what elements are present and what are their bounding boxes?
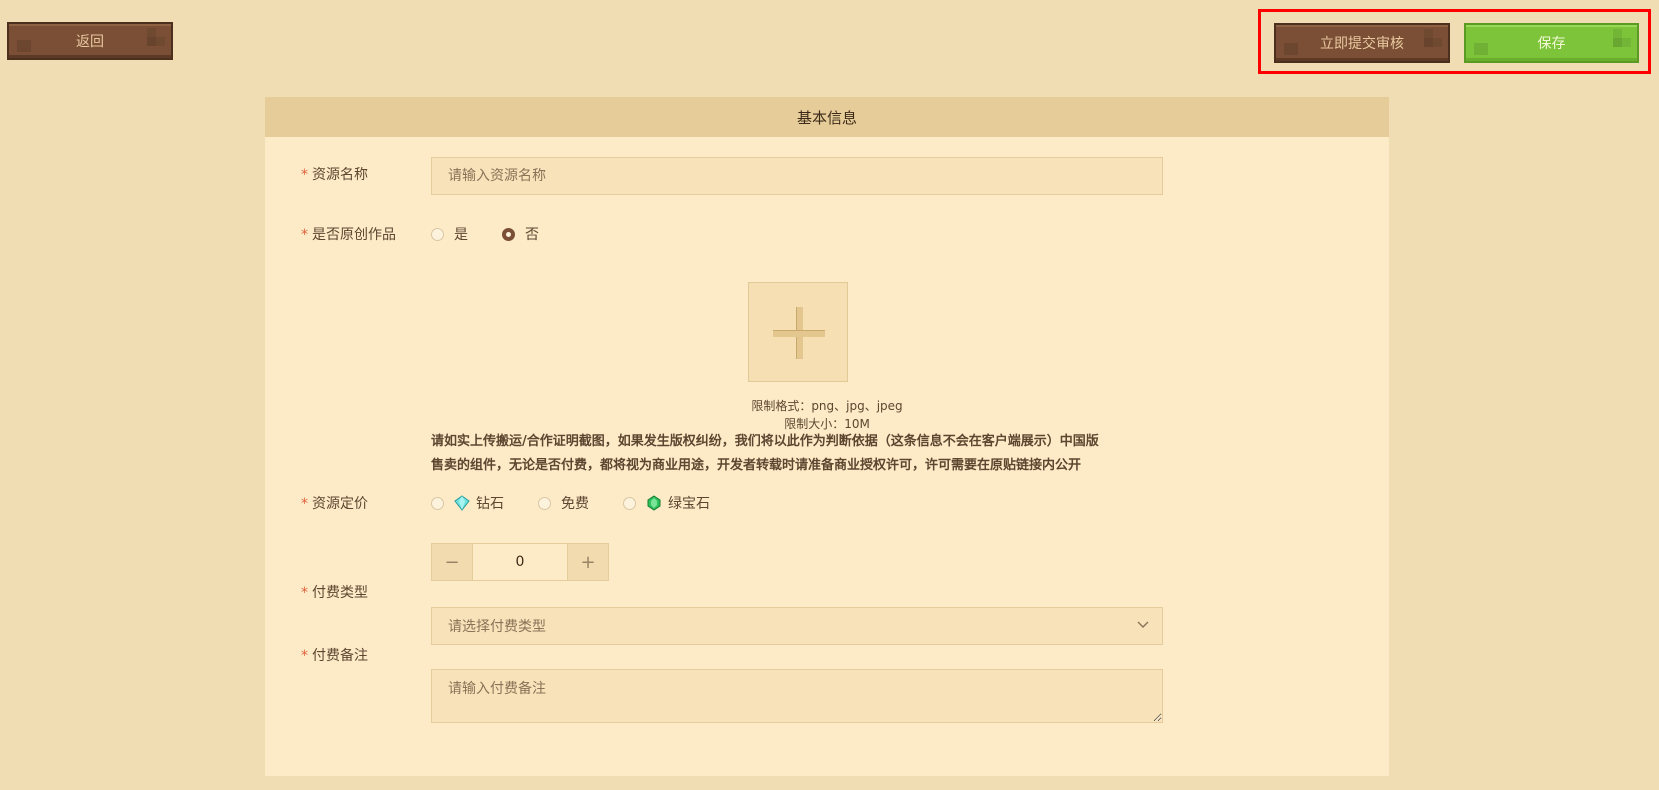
radio-price-diamond[interactable]: 钻石 [431,493,504,513]
price-stepper: − 0 + [431,543,609,581]
back-button[interactable]: 返回 [7,22,173,60]
pay-type-label: * 付费类型 [301,585,368,601]
required-mark: * [301,496,308,512]
pay-type-select[interactable]: 请选择付费类型 [431,607,1163,645]
radio-circle [623,496,636,510]
chevron-down-icon [1137,621,1149,628]
required-mark: * [301,585,308,601]
resource-name-label: * 资源名称 [301,167,368,183]
required-mark: * [301,648,308,664]
radio-circle-checked [502,227,515,241]
required-mark: * [301,167,308,183]
select-placeholder: 请选择付费类型 [448,619,546,635]
radio-original-yes[interactable]: 是 [431,224,468,244]
upload-image-button[interactable] [748,282,848,382]
notice-line: 请如实上传搬运/合作证明截图，如果发生版权纠纷，我们将以此作为判断依据（这条信息… [431,434,1099,449]
diamond-icon [454,495,470,511]
stepper-minus-button[interactable]: − [432,544,472,580]
basic-info-panel: 基本信息 *资源名称 *是否原创作品 是 否 限制格式：png、jpg、jpeg… [265,97,1389,776]
price-radio-group: 钻石 免费 绿宝石 [431,493,710,513]
stepper-value[interactable]: 0 [472,544,568,580]
original-work-label: * 是否原创作品 [301,227,396,243]
pay-note-textarea[interactable] [431,669,1163,723]
panel-title: 基本信息 [265,97,1389,137]
submit-review-button[interactable]: 立即提交审核 [1274,23,1450,63]
stepper-plus-button[interactable]: + [568,544,608,580]
format-hint: 限制格式：png、jpg、jpeg [751,399,903,413]
radio-circle [431,496,444,510]
pay-note-label: * 付费备注 [301,648,368,664]
original-radio-group: 是 否 [431,224,539,244]
radio-price-free[interactable]: 免费 [538,493,589,513]
radio-price-emerald[interactable]: 绿宝石 [623,493,710,513]
resource-name-input[interactable] [431,157,1163,195]
plus-icon-bar [773,330,825,337]
radio-original-no[interactable]: 否 [502,224,539,244]
radio-circle [431,227,444,241]
required-mark: * [301,227,308,243]
radio-circle [538,496,551,510]
emerald-icon [647,495,661,511]
price-label: * 资源定价 [301,496,368,512]
save-button[interactable]: 保存 [1464,23,1639,63]
notice-line: 售卖的组件，无论是否付费，都将视为商业用途，开发者转载时请准备商业授权许可，许可… [431,458,1082,473]
copyright-notice: 请如实上传搬运/合作证明截图，如果发生版权纠纷，我们将以此作为判断依据（这条信息… [431,430,1191,478]
